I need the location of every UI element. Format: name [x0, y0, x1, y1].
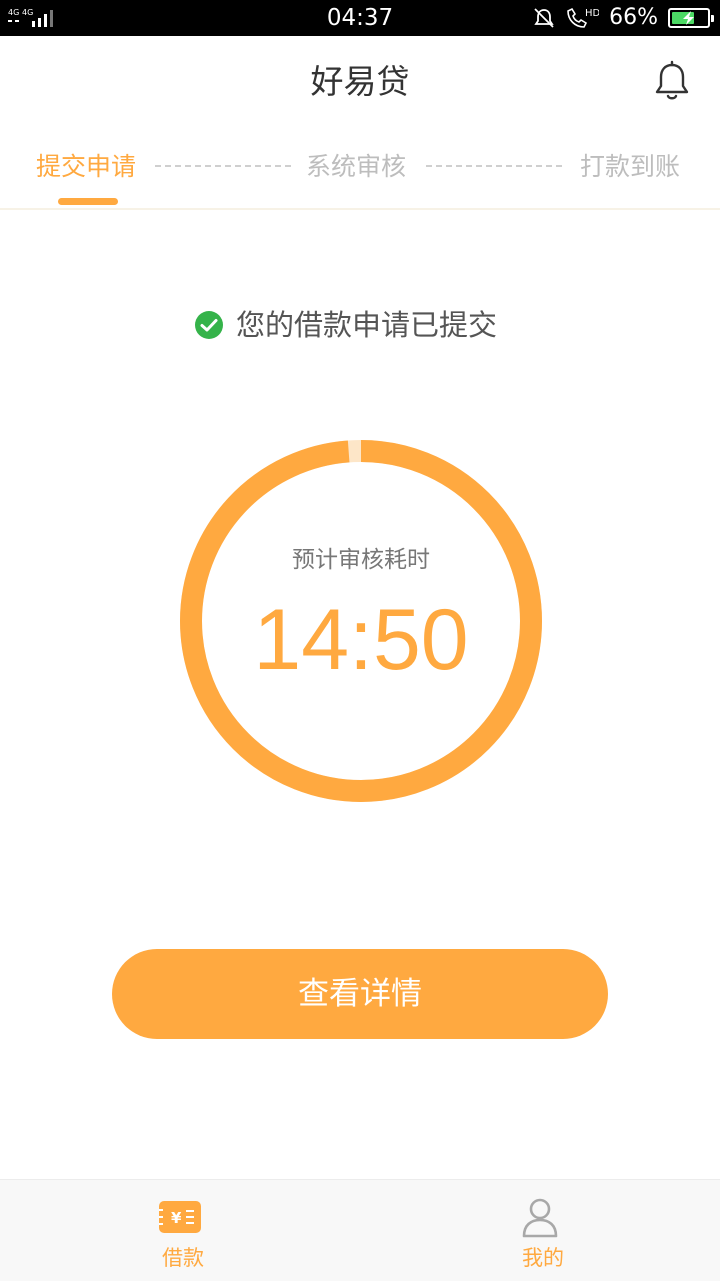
svg-text:HD: HD	[585, 8, 599, 19]
page-title: 好易贷	[310, 62, 410, 101]
tab-mine-label: 我的	[522, 1246, 564, 1270]
timer-label: 预计审核耗时	[292, 547, 430, 573]
submission-status: 您的借款申请已提交	[0, 300, 720, 350]
status-bar: 4G 4G 04:37 HD 66%	[0, 0, 720, 36]
battery-percent: 66%	[609, 5, 658, 30]
battery-icon	[668, 8, 714, 28]
tab-loan-label: 借款	[162, 1246, 204, 1270]
svg-text:¥: ¥	[171, 1209, 182, 1227]
bell-icon[interactable]	[652, 60, 692, 102]
tab-loan[interactable]: ¥ 借款	[0, 1180, 360, 1281]
progress-steps: 提交申请 系统审核 打款到账	[0, 128, 720, 210]
tab-mine[interactable]: 我的	[360, 1180, 720, 1281]
countdown-ring: 预计审核耗时 14:50	[180, 440, 542, 802]
step-connector	[426, 165, 562, 167]
step-payout: 打款到账	[580, 152, 681, 181]
user-icon	[522, 1198, 558, 1238]
hd-call-icon: HD	[567, 7, 599, 28]
step-submit: 提交申请	[36, 152, 137, 181]
loan-icon: ¥	[159, 1201, 201, 1233]
tab-bar: ¥ 借款 我的	[0, 1179, 720, 1281]
header: 好易贷	[0, 36, 720, 128]
view-details-button[interactable]: 查看详情	[112, 949, 608, 1039]
active-step-indicator	[58, 198, 118, 205]
check-circle-icon	[195, 311, 223, 339]
status-icons: HD 66%	[523, 5, 714, 31]
status-message: 您的借款申请已提交	[236, 308, 498, 342]
mute-icon	[534, 8, 554, 28]
timer-value: 14:50	[253, 592, 469, 688]
step-review: 系统审核	[306, 152, 407, 181]
step-connector	[155, 165, 291, 167]
